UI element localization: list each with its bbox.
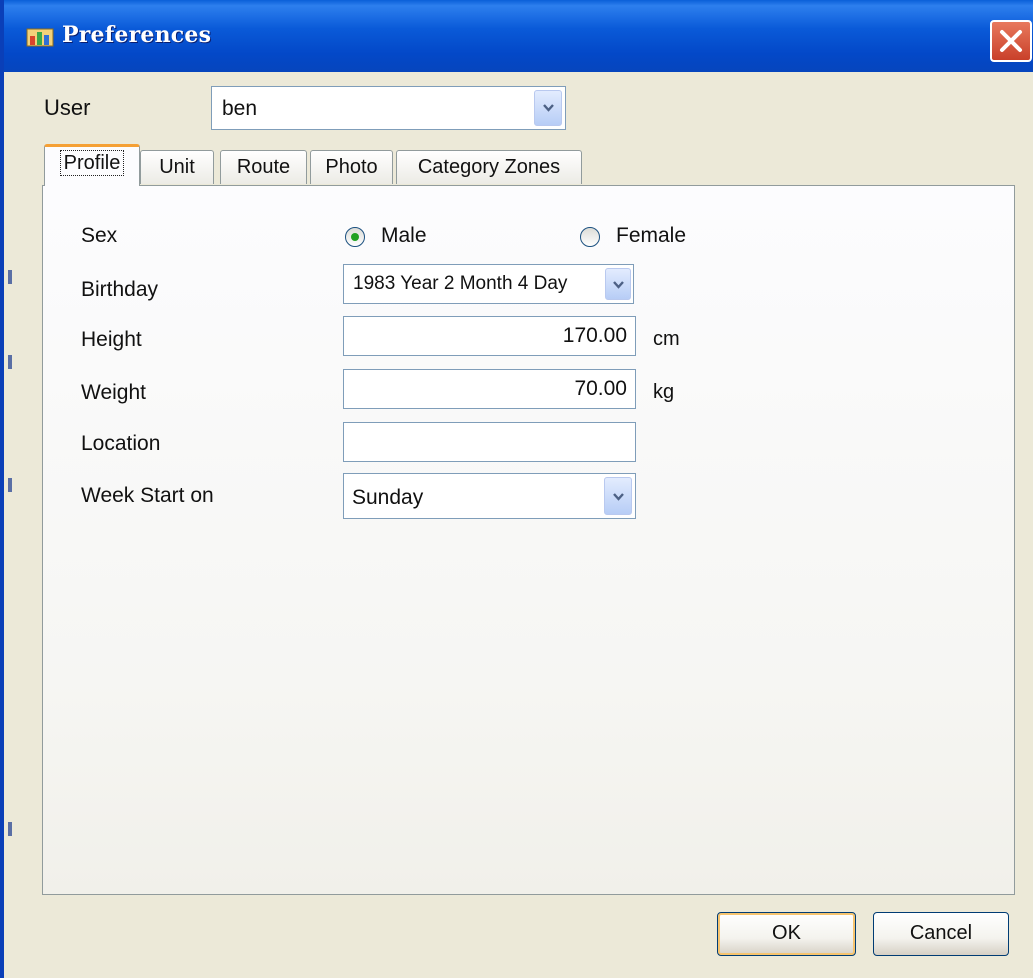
height-input[interactable]: 170.00 <box>343 316 636 356</box>
tab-unit[interactable]: Unit <box>140 150 214 184</box>
height-value: 170.00 <box>562 324 627 347</box>
tab-unit-label: Unit <box>159 156 195 178</box>
tab-route-label: Route <box>236 156 291 178</box>
tab-category-zones-label: Category Zones <box>417 156 561 178</box>
height-unit: cm <box>653 328 680 350</box>
birthday-value: 1983 Year 2 Month 4 Day <box>353 273 568 294</box>
chevron-down-icon <box>543 104 554 112</box>
sex-label: Sex <box>81 224 118 247</box>
preferences-window: Preferences User ben Profile Unit Route … <box>0 0 1033 978</box>
ok-button[interactable]: OK <box>717 912 856 956</box>
tab-category-zones[interactable]: Category Zones <box>396 150 582 184</box>
tab-profile-label: Profile <box>59 150 125 176</box>
left-edge-mark <box>8 355 12 369</box>
sex-male-radio[interactable] <box>345 227 365 247</box>
radio-selected-dot <box>351 233 359 241</box>
close-icon <box>1000 30 1022 52</box>
tab-route[interactable]: Route <box>220 150 307 184</box>
user-select[interactable]: ben <box>211 86 566 130</box>
weight-input[interactable]: 70.00 <box>343 369 636 409</box>
week-start-select[interactable]: Sunday <box>343 473 636 519</box>
user-label: User <box>44 95 91 120</box>
weight-unit: kg <box>653 381 675 403</box>
user-dropdown-button[interactable] <box>534 90 562 126</box>
week-start-label: Week Start on <box>81 484 214 507</box>
cancel-button[interactable]: Cancel <box>873 912 1009 956</box>
height-label: Height <box>81 328 142 351</box>
tab-profile[interactable]: Profile <box>44 144 140 186</box>
birthday-picker[interactable]: 1983 Year 2 Month 4 Day <box>343 264 634 304</box>
week-start-value: Sunday <box>352 486 424 509</box>
birthday-dropdown-button[interactable] <box>605 268 631 300</box>
weight-label: Weight <box>81 381 146 404</box>
title-bar[interactable]: Preferences <box>4 0 1033 72</box>
location-label: Location <box>81 432 161 455</box>
profile-panel: Sex Male Female Birthday 1983 Year 2 Mon… <box>42 185 1015 895</box>
chevron-down-icon <box>613 493 624 501</box>
tab-photo-label: Photo <box>325 156 378 178</box>
window-title: Preferences <box>62 22 212 48</box>
sex-female-label[interactable]: Female <box>616 224 686 248</box>
sex-female-radio[interactable] <box>580 227 600 247</box>
left-edge-mark <box>8 822 12 836</box>
left-edge-mark <box>8 478 12 492</box>
location-input[interactable] <box>343 422 636 462</box>
birthday-label: Birthday <box>81 278 159 301</box>
left-edge-mark <box>8 270 12 284</box>
weight-value: 70.00 <box>574 377 627 400</box>
preferences-app-icon <box>26 28 54 47</box>
chevron-down-icon <box>613 281 624 289</box>
tab-photo[interactable]: Photo <box>310 150 393 184</box>
sex-male-label[interactable]: Male <box>381 224 427 248</box>
close-button[interactable] <box>990 20 1032 62</box>
user-select-value: ben <box>222 97 258 120</box>
week-start-dropdown-button[interactable] <box>604 477 632 515</box>
